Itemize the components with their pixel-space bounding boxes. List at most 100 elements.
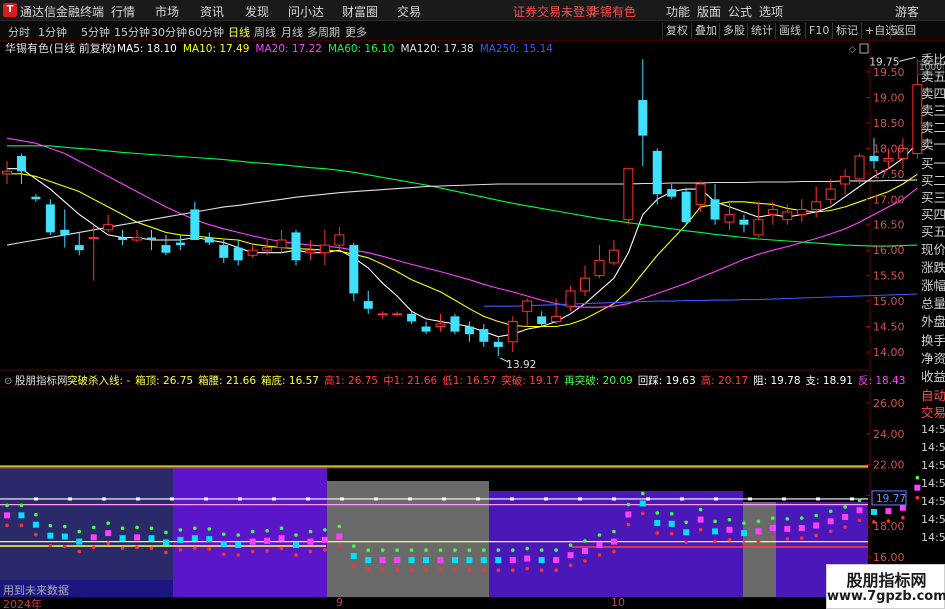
candle-body[interactable]: [667, 189, 677, 197]
sub-dot: [265, 528, 269, 533]
candle-body[interactable]: [580, 277, 590, 292]
sub-dot: [684, 540, 688, 545]
candle-body[interactable]: [782, 211, 793, 221]
candle-body[interactable]: [334, 234, 345, 246]
side-item-jingzi[interactable]: 净资: [921, 348, 945, 367]
sub-dot: [221, 532, 226, 536]
sub-dot: [250, 549, 255, 554]
side-item-buy5[interactable]: 买五: [921, 221, 945, 240]
candle-body[interactable]: [2, 170, 12, 175]
candle-body[interactable]: [88, 236, 99, 239]
date-label-2024: 2024年: [3, 598, 42, 609]
candle-body[interactable]: [681, 191, 691, 223]
candle-body[interactable]: [60, 229, 70, 235]
candle-body[interactable]: [31, 196, 41, 200]
candle-body[interactable]: [767, 208, 778, 216]
candle-body[interactable]: [349, 245, 359, 294]
sub-dot: [119, 535, 126, 542]
square-icon[interactable]: [859, 43, 869, 54]
candle-body[interactable]: [551, 315, 562, 322]
side-item-xianjia[interactable]: 现价: [921, 239, 945, 258]
candle-body[interactable]: [291, 232, 301, 261]
sub-dot: [323, 528, 327, 532]
candle-body[interactable]: [652, 150, 662, 195]
sub-dot: [236, 533, 240, 537]
annot-low-label: 13.92: [506, 359, 536, 371]
candle-body[interactable]: [421, 326, 431, 332]
candle-body[interactable]: [45, 204, 55, 233]
candle-body[interactable]: [464, 326, 474, 335]
sub-marker: [102, 497, 106, 501]
candle-body[interactable]: [407, 313, 417, 322]
candle-body[interactable]: [233, 247, 243, 261]
candle-body[interactable]: [74, 245, 84, 251]
candle-body[interactable]: [305, 249, 316, 254]
side-item-jiaoyi[interactable]: 交易: [921, 402, 945, 421]
candle-body[interactable]: [132, 236, 143, 241]
candle-body[interactable]: [493, 341, 503, 347]
side-item-waipan[interactable]: 外盘: [921, 311, 945, 330]
candle-body[interactable]: [377, 313, 388, 316]
sub-dot: [308, 549, 313, 554]
price-tick-label: 14.00: [873, 346, 905, 359]
candle-body[interactable]: [869, 156, 879, 162]
candle-body[interactable]: [594, 259, 605, 277]
candle-body[interactable]: [565, 290, 576, 307]
sub-dot: [683, 529, 690, 536]
sub-dot: [424, 568, 428, 572]
candle-body[interactable]: [219, 245, 229, 258]
side-item-huanshou[interactable]: 换手: [921, 330, 945, 349]
candle-body[interactable]: [854, 155, 865, 180]
candle-body[interactable]: [522, 300, 533, 312]
candle-body[interactable]: [175, 242, 185, 246]
candle-body[interactable]: [840, 175, 851, 185]
candle-body[interactable]: [695, 183, 706, 205]
annot-high-label: 19.75: [869, 56, 899, 68]
candle-body[interactable]: [753, 219, 764, 236]
candle-body[interactable]: [623, 168, 634, 221]
sub-close-icon[interactable]: ⊙: [4, 376, 12, 387]
side-item-zongliang[interactable]: 总量: [921, 293, 945, 312]
candle-body[interactable]: [161, 245, 171, 253]
candle-body[interactable]: [118, 237, 128, 240]
candle-body[interactable]: [16, 156, 26, 172]
candle-body[interactable]: [319, 244, 330, 254]
side-item-sell1[interactable]: 卖一: [921, 134, 945, 153]
candle-body[interactable]: [190, 209, 200, 240]
candle-body[interactable]: [537, 316, 547, 324]
chart-area[interactable]: 19.5019.0018.5018.0017.5017.0016.5016.00…: [0, 0, 945, 609]
candle-body[interactable]: [435, 323, 446, 328]
candle-body[interactable]: [883, 158, 894, 162]
candle-body[interactable]: [825, 188, 836, 200]
ma-legend-item: MA250: 15.14: [480, 43, 554, 55]
candle-body[interactable]: [147, 237, 156, 240]
side-item-zhangfu[interactable]: 涨幅: [921, 275, 945, 294]
candle-body[interactable]: [247, 249, 258, 256]
candle-body[interactable]: [739, 219, 749, 225]
sub-marker: [612, 497, 616, 501]
candle-body[interactable]: [724, 214, 735, 223]
candle-body[interactable]: [811, 201, 822, 210]
candle-body[interactable]: [796, 208, 807, 216]
chevron-down-icon[interactable]: ⊙: [107, 44, 115, 55]
sub-dot: [162, 539, 169, 546]
candle-body[interactable]: [479, 329, 489, 342]
side-quote-time: 14:56: [921, 531, 945, 544]
diamond-icon[interactable]: ◇: [849, 45, 856, 55]
candle-body[interactable]: [638, 100, 648, 136]
candle-body[interactable]: [276, 239, 287, 249]
sub-dot: [350, 552, 357, 559]
side-item-zhangdie[interactable]: 涨跌: [921, 257, 945, 276]
candle-body[interactable]: [363, 301, 373, 309]
sub-marker: [510, 497, 514, 501]
sub-dot: [740, 530, 747, 537]
side-item-shouyi[interactable]: 收益: [921, 366, 945, 385]
candle-body[interactable]: [710, 199, 720, 220]
candle-body[interactable]: [608, 249, 619, 264]
candle-body[interactable]: [262, 247, 273, 251]
candle-body[interactable]: [450, 316, 460, 332]
candle-body[interactable]: [103, 224, 114, 231]
candle-body[interactable]: [507, 320, 518, 343]
candle-body[interactable]: [392, 313, 403, 316]
candle-body[interactable]: [204, 237, 214, 243]
